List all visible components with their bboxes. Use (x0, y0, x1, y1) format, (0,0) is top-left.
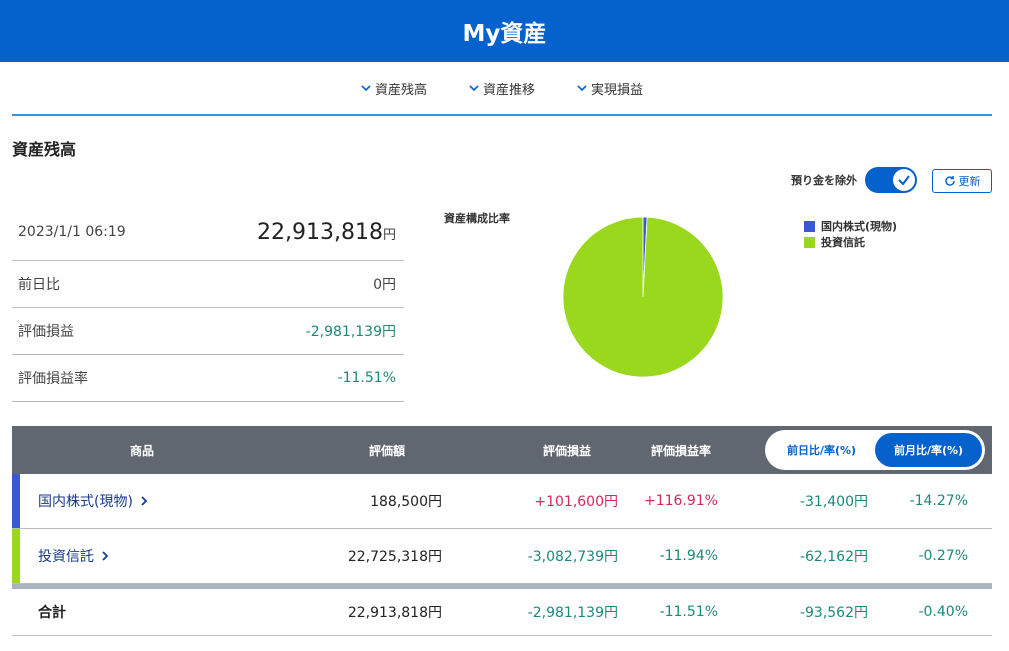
summary-total-value: 22,913,818 (257, 219, 383, 245)
pie-slice-1 (562, 216, 724, 378)
nav-item-balance[interactable]: 資産残高 (361, 79, 427, 98)
nav-item-label: 資産推移 (482, 82, 535, 98)
chevron-down-icon (577, 85, 587, 92)
summary-value: 0円 (373, 277, 396, 293)
refresh-icon (944, 175, 955, 186)
day-change-tab[interactable]: 前日比/率(%) (768, 433, 875, 467)
chevron-right-icon (102, 551, 109, 561)
total-label: 合計 (38, 605, 66, 621)
total-gain-rate: -11.51% (659, 604, 718, 620)
total-value: 22,913,818円 (347, 605, 442, 621)
row-change-rate: -0.27% (918, 548, 968, 564)
legend-label: 投資信託 (821, 236, 865, 249)
table-header: 商品 評価額 評価損益 評価損益率 前日比/率(%) 前月比/率(%) (12, 426, 992, 474)
summary-row: 評価損益 -2,981,139円 (12, 308, 404, 355)
table-total-row: 合計 22,913,818円 -2,981,139円 -11.51% -93,5… (12, 584, 992, 636)
summary-row: 評価損益率 -11.51% (12, 355, 404, 402)
summary-row: 前日比 0円 (12, 261, 404, 308)
check-icon (898, 175, 910, 186)
legend-item: 国内株式(現物) (804, 218, 897, 234)
page-title: My資産 (462, 21, 547, 47)
total-change: -93,562円 (799, 605, 868, 621)
change-period-segment: 前日比/率(%) 前月比/率(%) (765, 430, 985, 470)
row-change: -31,400円 (799, 494, 868, 510)
product-link[interactable]: 投資信託 (38, 529, 110, 583)
total-gain: -2,981,139円 (527, 605, 618, 621)
toggle-label: 預り金を除外 (791, 174, 857, 187)
legend-swatch (804, 236, 815, 248)
table-row: 投資信託 22,725,318円 -3,082,739円 -11.94% -62… (12, 529, 992, 584)
row-value: 188,500円 (370, 494, 442, 510)
chevron-down-icon (361, 85, 371, 92)
table-row: 国内株式(現物) 188,500円 +101,600円 +116.91% -31… (12, 474, 992, 529)
product-name: 投資信託 (38, 549, 94, 565)
chart-legend: 国内株式(現物) 投資信託 (804, 218, 897, 250)
summary-datetime: 2023/1/1 06:19 (18, 224, 126, 240)
nav-item-label: 資産残高 (374, 82, 427, 98)
product-link[interactable]: 国内株式(現物) (38, 474, 149, 528)
chart-title: 資産構成比率 (444, 212, 510, 225)
product-name: 国内株式(現物) (38, 494, 133, 510)
row-gain: +101,600円 (534, 494, 618, 510)
refresh-label: 更新 (958, 175, 981, 188)
exclude-deposit-toggle-area: 預り金を除外 (791, 167, 917, 193)
summary-label: 評価損益 (18, 324, 74, 340)
refresh-button[interactable]: 更新 (932, 169, 992, 193)
header-gain-rate: 評価損益率 (650, 443, 711, 458)
legend-item: 投資信託 (804, 234, 897, 250)
summary-total-unit: 円 (382, 227, 396, 243)
row-change-rate: -14.27% (909, 493, 968, 509)
summary-value: -11.51% (337, 370, 396, 386)
nav-item-label: 実現損益 (591, 82, 644, 98)
holdings-table: 商品 評価額 評価損益 評価損益率 前日比/率(%) 前月比/率(%) 国内株式… (12, 426, 992, 636)
row-color-bar (12, 529, 20, 583)
total-change-rate: -0.40% (918, 604, 968, 620)
header-product: 商品 (129, 443, 154, 458)
row-value: 22,725,318円 (347, 549, 442, 565)
section-nav: 資産残高 資産推移 実現損益 (12, 62, 992, 116)
month-change-tab[interactable]: 前月比/率(%) (875, 433, 982, 467)
exclude-deposit-toggle[interactable] (865, 167, 917, 193)
legend-label: 国内株式(現物) (821, 220, 898, 233)
summary-label: 評価損益率 (18, 371, 88, 387)
chevron-right-icon (141, 496, 148, 506)
app-header: My資産 (0, 0, 1009, 62)
row-change: -62,162円 (799, 549, 868, 565)
allocation-pie-chart (562, 216, 724, 378)
section-title: 資産残高 (12, 140, 77, 159)
legend-swatch (804, 220, 815, 232)
nav-item-history[interactable]: 資産推移 (469, 79, 535, 98)
row-gain: -3,082,739円 (527, 549, 618, 565)
row-gain-rate: -11.94% (659, 548, 718, 564)
chevron-down-icon (469, 85, 479, 92)
balance-summary: 2023/1/1 06:19 22,913,818円 前日比 0円 評価損益 -… (12, 204, 404, 402)
nav-item-realized[interactable]: 実現損益 (577, 79, 643, 98)
summary-total-row: 2023/1/1 06:19 22,913,818円 (12, 204, 404, 261)
header-gain: 評価損益 (542, 443, 591, 458)
header-value: 評価額 (368, 443, 405, 458)
row-gain-rate: +116.91% (643, 493, 718, 509)
row-color-bar (12, 474, 20, 528)
summary-value: -2,981,139円 (305, 324, 396, 340)
summary-label: 前日比 (18, 277, 60, 293)
toggle-knob (893, 169, 915, 191)
